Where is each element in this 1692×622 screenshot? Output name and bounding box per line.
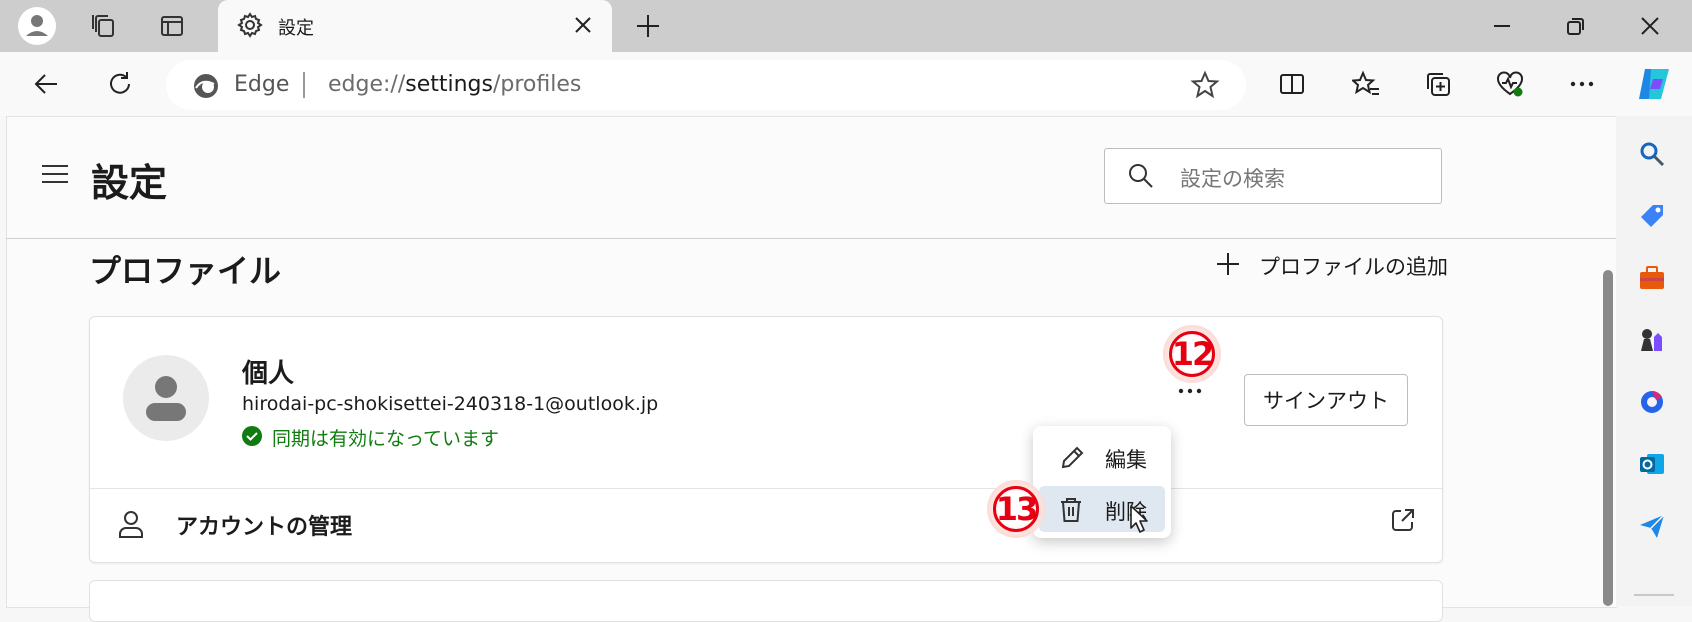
profile-avatar-icon[interactable] bbox=[15, 6, 59, 46]
sidebar-divider bbox=[1634, 594, 1674, 596]
edge-sidebar bbox=[1616, 116, 1692, 606]
url-text: edge://settings/profiles bbox=[328, 72, 582, 97]
tools-briefcase-icon[interactable] bbox=[1630, 256, 1674, 300]
address-separator bbox=[303, 72, 305, 98]
tab-settings[interactable]: 設定 bbox=[218, 0, 612, 52]
browser-brand-label: Edge bbox=[234, 72, 290, 97]
external-link-icon bbox=[1390, 507, 1416, 537]
search-icon bbox=[1127, 162, 1155, 194]
check-circle-icon bbox=[242, 425, 262, 450]
favorites-icon[interactable] bbox=[1342, 60, 1390, 108]
profile-email: hirodai-pc-shokisettei-240318-1@outlook.… bbox=[242, 393, 659, 415]
back-icon[interactable] bbox=[22, 60, 70, 108]
games-chess-icon[interactable] bbox=[1630, 318, 1674, 362]
header-divider bbox=[6, 238, 1616, 239]
avatar bbox=[123, 355, 209, 441]
tab-title: 設定 bbox=[278, 18, 314, 39]
pencil-icon bbox=[1059, 445, 1085, 475]
manage-account-row[interactable]: アカウントの管理 bbox=[90, 489, 1442, 562]
profile-card: 個人 hirodai-pc-shokisettei-240318-1@outlo… bbox=[89, 316, 1443, 563]
menu-item-edit-label: 編集 bbox=[1105, 448, 1147, 472]
section-title: プロファイル bbox=[89, 252, 282, 290]
close-tab-icon[interactable] bbox=[568, 10, 598, 40]
search-placeholder: 設定の検索 bbox=[1180, 167, 1285, 191]
collections-icon[interactable] bbox=[1414, 60, 1462, 108]
add-profile-label: プロファイルの追加 bbox=[1259, 255, 1448, 279]
sync-status: 同期は有効になっています bbox=[242, 424, 499, 451]
person-icon bbox=[118, 509, 144, 543]
annotation-badge-12: 12 bbox=[1163, 325, 1221, 383]
browser-essentials-icon[interactable] bbox=[1486, 60, 1534, 108]
copilot-icon[interactable] bbox=[1630, 60, 1678, 108]
page-title: 設定 bbox=[91, 161, 168, 205]
menu-item-edit[interactable]: 編集 bbox=[1039, 434, 1165, 480]
profile-name: 個人 bbox=[242, 359, 295, 389]
address-bar[interactable]: Edge edge://settings/profiles bbox=[166, 60, 1246, 110]
microsoft-365-icon[interactable] bbox=[1630, 380, 1674, 424]
restore-icon[interactable] bbox=[1554, 6, 1598, 46]
plus-icon bbox=[1215, 251, 1241, 281]
scrollbar[interactable] bbox=[1603, 270, 1613, 606]
add-profile-button[interactable]: プロファイルの追加 bbox=[1215, 248, 1448, 284]
shopping-tag-icon[interactable] bbox=[1630, 194, 1674, 238]
toolbar: Edge edge://settings/profiles bbox=[0, 52, 1692, 116]
profile-context-menu: 編集 削除 bbox=[1033, 426, 1171, 538]
outlook-icon[interactable] bbox=[1630, 442, 1674, 486]
annotation-badge-13: 13 bbox=[987, 480, 1045, 538]
send-icon[interactable] bbox=[1630, 504, 1674, 548]
more-options-icon[interactable] bbox=[1558, 60, 1606, 108]
tab-actions-icon[interactable] bbox=[150, 6, 194, 46]
sync-status-label: 同期は有効になっています bbox=[272, 428, 500, 450]
workspaces-icon[interactable] bbox=[82, 6, 126, 46]
favorite-star-icon[interactable] bbox=[1190, 70, 1220, 104]
hamburger-menu-icon[interactable] bbox=[40, 160, 70, 188]
trash-icon bbox=[1059, 497, 1083, 527]
edge-logo-icon bbox=[192, 72, 220, 104]
search-icon[interactable] bbox=[1630, 132, 1674, 176]
sign-out-button[interactable]: サインアウト bbox=[1244, 374, 1408, 426]
minimize-icon[interactable] bbox=[1480, 6, 1524, 46]
manage-account-label: アカウントの管理 bbox=[176, 515, 353, 540]
new-tab-icon[interactable] bbox=[626, 6, 670, 46]
gear-icon bbox=[236, 11, 264, 43]
next-profile-card bbox=[89, 580, 1443, 622]
settings-search-input[interactable]: 設定の検索 bbox=[1104, 148, 1442, 204]
split-screen-icon[interactable] bbox=[1268, 60, 1316, 108]
refresh-icon[interactable] bbox=[96, 60, 144, 108]
close-window-icon[interactable] bbox=[1628, 6, 1672, 46]
mouse-cursor-icon bbox=[1124, 504, 1150, 542]
tab-strip: 設定 bbox=[0, 0, 1692, 52]
